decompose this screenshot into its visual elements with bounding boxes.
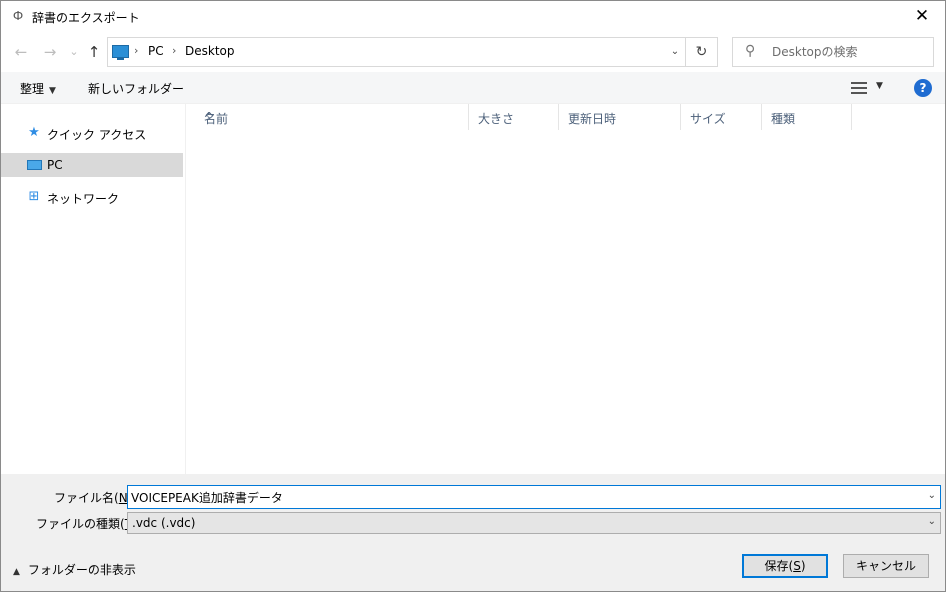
search-box[interactable]: ⚲ — [732, 37, 934, 67]
sidebar-item-label: ネットワーク — [47, 192, 120, 206]
chevron-right-icon[interactable]: › — [134, 44, 138, 57]
column-header-name[interactable]: 名前 ^ — [195, 104, 469, 130]
column-header-size[interactable]: サイズ — [681, 104, 762, 130]
file-list[interactable]: 名前 ^ 大きさ 更新日時 サイズ 種類 — [187, 104, 945, 474]
chevron-down-icon[interactable]: ⌄ — [928, 490, 936, 501]
chevron-down-icon[interactable]: ⌄ — [928, 516, 936, 527]
recent-locations-icon[interactable]: ⌄ — [64, 42, 84, 62]
export-dialog-window: Ф 辞書のエクスポート ✕ ← → ⌄ ↑ › PC › Desktop ⌄ ↻… — [0, 0, 946, 592]
save-button[interactable]: 保存(S) — [742, 554, 828, 578]
chevron-down-icon[interactable]: ⌄ — [665, 38, 685, 66]
app-icon: Ф — [12, 9, 24, 23]
navigation-pane: ★ クイック アクセス PC ⊞ ネットワーク — [1, 104, 186, 474]
cancel-button[interactable]: キャンセル — [843, 554, 929, 578]
column-header-label: サイズ — [690, 112, 726, 126]
column-header-size-jp[interactable]: 大きさ — [469, 104, 559, 130]
back-arrow-icon[interactable]: ← — [11, 42, 31, 62]
sidebar-item-label: PC — [47, 158, 63, 172]
filetype-label: ファイルの種類(T): — [36, 517, 141, 531]
column-header-label: 更新日時 — [568, 112, 617, 126]
save-options-pane: ファイル名(N): ⌄ ファイルの種類(T): .vdc (.vdc) ⌄ ▲ フ… — [1, 474, 945, 591]
sidebar-item-pc[interactable]: PC — [1, 153, 183, 177]
computer-icon — [26, 157, 42, 173]
filetype-select[interactable]: .vdc (.vdc) ⌄ — [127, 512, 941, 534]
hide-folders-label: フォルダーの非表示 — [27, 563, 136, 577]
window-title: 辞書のエクスポート — [32, 11, 140, 25]
sidebar-item-label: クイック アクセス — [47, 128, 147, 142]
title-bar: Ф 辞書のエクスポート ✕ — [1, 1, 945, 32]
sidebar-item-network[interactable]: ⊞ ネットワーク — [1, 185, 183, 209]
caret-down-icon: ▼ — [49, 86, 56, 96]
address-bar[interactable]: › PC › Desktop ⌄ ↻ — [107, 37, 718, 67]
sort-ascending-icon: ^ — [204, 110, 215, 124]
sidebar-item-quick-access[interactable]: ★ クイック アクセス — [1, 121, 183, 145]
caret-up-icon: ▲ — [13, 567, 20, 577]
chevron-right-icon[interactable]: › — [172, 44, 176, 57]
caret-down-icon[interactable]: ▼ — [876, 81, 883, 91]
address-row: ← → ⌄ ↑ › PC › Desktop ⌄ ↻ ⚲ — [1, 32, 945, 72]
forward-arrow-icon[interactable]: → — [40, 42, 60, 62]
command-toolbar: 整理 ▼ 新しいフォルダー ▼ ? — [1, 72, 945, 104]
filename-combobox[interactable]: ⌄ — [127, 485, 941, 509]
computer-icon — [112, 45, 129, 60]
refresh-icon[interactable]: ↻ — [685, 38, 717, 66]
filetype-value: .vdc (.vdc) — [132, 516, 196, 530]
star-icon: ★ — [28, 125, 40, 140]
help-icon[interactable]: ? — [914, 79, 932, 97]
column-header-type[interactable]: 種類 — [762, 104, 852, 130]
organize-button[interactable]: 整理 ▼ — [20, 80, 56, 97]
organize-label: 整理 — [20, 82, 45, 96]
up-arrow-icon[interactable]: ↑ — [84, 42, 104, 62]
network-icon: ⊞ — [28, 189, 40, 204]
search-input[interactable] — [772, 44, 927, 60]
view-options-icon[interactable] — [851, 81, 867, 95]
filename-label: ファイル名(N): — [54, 491, 136, 505]
column-header-modified[interactable]: 更新日時 — [559, 104, 681, 130]
search-icon: ⚲ — [745, 43, 756, 59]
close-button[interactable]: ✕ — [899, 1, 945, 32]
hide-folders-toggle[interactable]: ▲ フォルダーの非表示 — [13, 561, 136, 578]
column-header-label: 種類 — [771, 112, 796, 126]
new-folder-button[interactable]: 新しいフォルダー — [88, 80, 184, 97]
breadcrumb-desktop[interactable]: Desktop — [185, 44, 235, 58]
breadcrumb-pc[interactable]: PC — [148, 44, 164, 58]
column-header-label: 大きさ — [478, 112, 515, 126]
filename-input[interactable] — [131, 489, 911, 505]
